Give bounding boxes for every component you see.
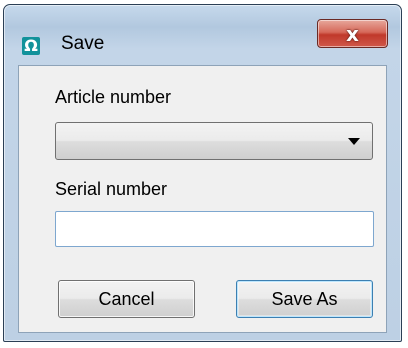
chevron-down-icon	[348, 138, 360, 145]
save-as-button[interactable]: Save As	[236, 280, 373, 318]
cancel-button-label: Cancel	[98, 288, 155, 309]
article-number-dropdown[interactable]	[55, 122, 373, 160]
serial-number-label: Serial number	[55, 179, 168, 199]
serial-number-field[interactable]	[55, 211, 374, 247]
cancel-button[interactable]: Cancel	[58, 280, 195, 318]
title-bar[interactable]: Ω Save x	[4, 5, 401, 55]
article-number-label: Article number	[55, 87, 172, 107]
save-dialog-window: Ω Save x Article number Serial number Ca…	[3, 4, 402, 342]
save-as-button-label: Save As	[271, 288, 338, 309]
close-icon: x	[346, 21, 359, 46]
close-button[interactable]: x	[317, 19, 388, 48]
dialog-content: Article number Serial number Cancel Save…	[18, 65, 387, 333]
omega-icon: Ω	[22, 37, 40, 55]
window-title: Save	[61, 33, 105, 54]
app-icon-glyph: Ω	[24, 36, 38, 55]
